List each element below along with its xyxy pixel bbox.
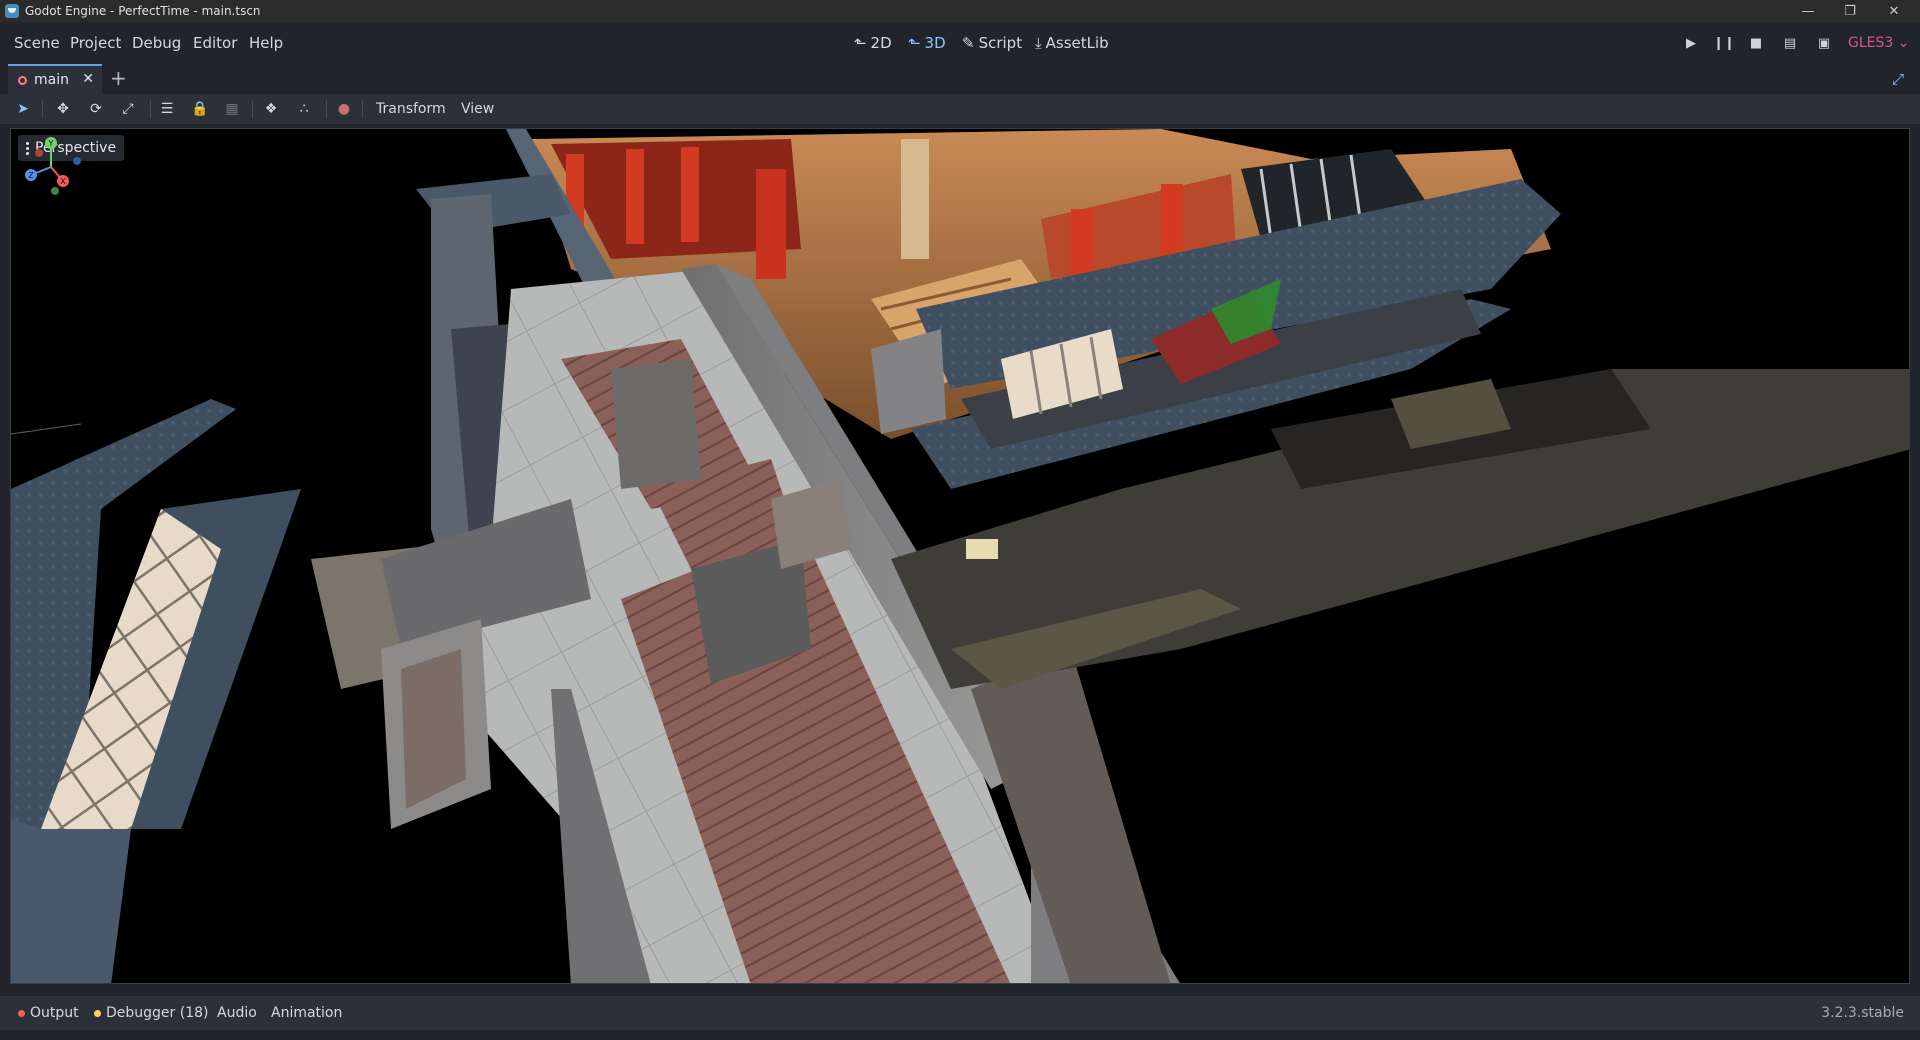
debugger-tab[interactable]: Debugger (18): [94, 996, 208, 1030]
close-tab-icon[interactable]: ✕: [82, 71, 94, 87]
toolbar-separator: [252, 100, 253, 118]
add-tab-icon[interactable]: +: [110, 66, 127, 90]
menu-project[interactable]: Project: [70, 22, 121, 64]
lock-icon[interactable]: 🔒: [190, 99, 210, 119]
minimize-icon[interactable]: —: [1792, 0, 1824, 22]
scene-tab-main[interactable]: main ✕: [8, 64, 102, 94]
scene-render: [11, 129, 1909, 983]
workspace-script-button[interactable]: ✎ Script: [962, 22, 1022, 64]
pause-icon[interactable]: ❙❙: [1713, 33, 1735, 53]
toolbar-separator: [362, 100, 363, 118]
node-3d-icon: [18, 75, 27, 85]
distraction-free-icon[interactable]: ⤢: [1892, 70, 1904, 88]
scene-tab-label: main: [34, 72, 69, 88]
error-dot-icon: [18, 1009, 25, 1017]
godot-logo-icon: [5, 4, 19, 18]
play-custom-scene-icon[interactable]: ▣: [1814, 33, 1834, 53]
transform-menu[interactable]: Transform: [376, 94, 446, 124]
stop-icon[interactable]: ■: [1746, 33, 1766, 53]
axis-x-label: X: [60, 177, 66, 186]
play-icon[interactable]: ▶: [1681, 33, 1701, 53]
output-tab[interactable]: Output: [18, 996, 79, 1030]
axis-neg-y-handle[interactable]: [51, 187, 59, 195]
camera-override-icon[interactable]: ●: [334, 99, 354, 119]
toolbar-separator: [150, 100, 151, 118]
workspace-assetlib-button[interactable]: ⤓ AssetLib: [1035, 22, 1109, 64]
group-icon[interactable]: ▦: [222, 99, 242, 119]
viewport-toolbar: ➤ ✥ ⟳ ⤢ ☰ 🔒 ▦ ❖ ∴ ● Transform View: [0, 94, 1920, 124]
axis-y-label: Y: [48, 139, 54, 148]
axis-neg-x-handle[interactable]: [35, 149, 43, 157]
audio-tab[interactable]: Audio: [217, 996, 257, 1030]
list-select-icon[interactable]: ☰: [157, 99, 177, 119]
menu-debug[interactable]: Debug: [132, 22, 181, 64]
close-window-icon[interactable]: ✕: [1878, 0, 1910, 22]
assetlib-icon: ⤓: [1035, 34, 1042, 52]
snap-icon[interactable]: ∴: [294, 99, 314, 119]
bottom-panel-bar: Output Debugger (18) Audio Animation 3.2…: [0, 996, 1920, 1030]
warning-dot-icon: [94, 1009, 101, 1017]
scene-tab-bar: main ✕ + ⤢: [0, 64, 1920, 94]
main-menu-bar: Scene Project Debug Editor Help ⬑ 2D ⬑ 3…: [0, 22, 1920, 64]
animation-tab[interactable]: Animation: [271, 996, 342, 1030]
engine-version: 3.2.3.stable: [1821, 1005, 1904, 1021]
window-title-bar: Godot Engine - PerfectTime - main.tscn —…: [0, 0, 1920, 22]
select-tool-icon[interactable]: ➤: [13, 99, 33, 119]
axis-z-label: Z: [28, 171, 34, 180]
renderer-select[interactable]: GLES3 ⌄: [1848, 22, 1909, 64]
script-icon: ✎: [962, 34, 975, 52]
menu-help[interactable]: Help: [249, 22, 283, 64]
workspace-3d-button[interactable]: ⬑ 3D: [908, 22, 946, 64]
window-title: Godot Engine - PerfectTime - main.tscn: [25, 4, 261, 18]
workspace-2d-button[interactable]: ⬑ 2D: [854, 22, 892, 64]
3d-icon: ⬑: [908, 34, 921, 52]
local-space-icon[interactable]: ❖: [261, 99, 281, 119]
menu-editor[interactable]: Editor: [193, 22, 237, 64]
toolbar-separator: [42, 100, 43, 118]
move-tool-icon[interactable]: ✥: [53, 99, 73, 119]
axis-neg-z-handle[interactable]: [73, 157, 81, 165]
toolbar-separator: [326, 100, 327, 118]
menu-scene[interactable]: Scene: [14, 22, 60, 64]
axis-gizmo[interactable]: Y Z X: [11, 129, 89, 207]
view-menu[interactable]: View: [461, 94, 494, 124]
restore-icon[interactable]: ❐: [1834, 0, 1866, 22]
3d-viewport[interactable]: Perspective Y Z X: [10, 128, 1910, 984]
2d-icon: ⬑: [854, 34, 867, 52]
rotate-tool-icon[interactable]: ⟳: [86, 99, 106, 119]
scale-tool-icon[interactable]: ⤢: [118, 99, 138, 119]
play-scene-icon[interactable]: ▤: [1780, 33, 1800, 53]
